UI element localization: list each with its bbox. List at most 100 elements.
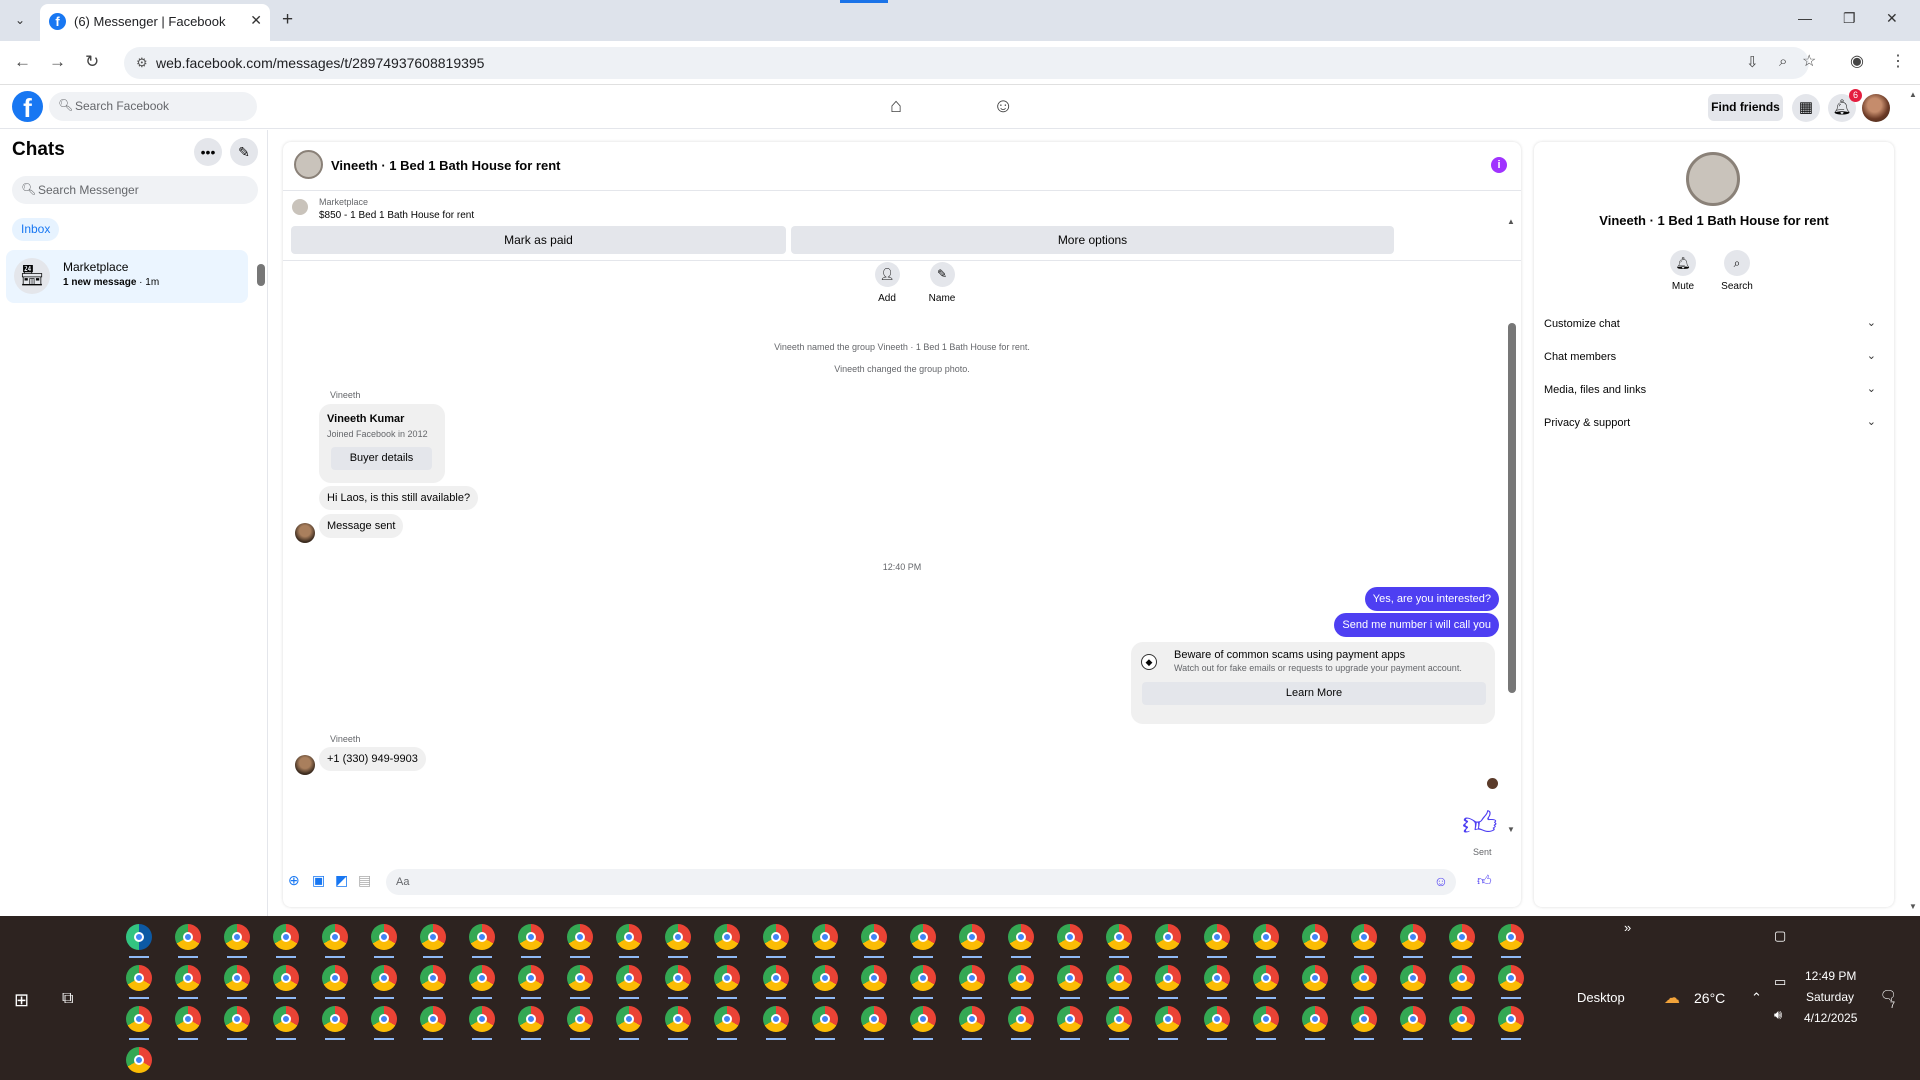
group-photo[interactable]	[1686, 152, 1740, 206]
mute-action[interactable]: 🔔︎ Mute	[1661, 250, 1705, 292]
chrome-browser-icon[interactable]	[1057, 965, 1083, 999]
chrome-browser-icon[interactable]	[322, 1006, 348, 1040]
chrome-browser-icon[interactable]	[763, 965, 789, 999]
chrome-browser-icon[interactable]	[518, 1006, 544, 1040]
chrome-browser-icon[interactable]	[1204, 924, 1230, 958]
outgoing-message[interactable]: Yes, are you interested?	[1364, 587, 1499, 611]
mark-as-paid-button[interactable]: Mark as paid	[291, 226, 786, 254]
tab-search-icon[interactable]: ⌄	[10, 10, 30, 30]
groups-icon[interactable]: ☺	[993, 95, 1013, 118]
chrome-browser-icon[interactable]	[322, 924, 348, 958]
install-icon[interactable]: ⇩	[1746, 53, 1759, 71]
chat-members-row[interactable]: Chat members ⌄	[1544, 343, 1876, 371]
restore-icon[interactable]: ❐	[1843, 10, 1856, 27]
edge-browser-icon[interactable]	[126, 924, 152, 958]
forward-icon[interactable]: →	[49, 52, 66, 72]
chrome-browser-icon[interactable]	[1057, 1006, 1083, 1040]
sidebar-scrollbar[interactable]	[257, 250, 265, 302]
conversation-title[interactable]: Vineeth · 1 Bed 1 Bath House for rent	[331, 158, 560, 173]
chrome-browser-icon[interactable]	[1449, 924, 1475, 958]
incoming-message[interactable]: Hi Laos, is this still available?	[319, 486, 479, 510]
chrome-browser-icon[interactable]	[861, 924, 887, 958]
chrome-browser-icon[interactable]	[616, 924, 642, 958]
sender-avatar[interactable]	[295, 523, 315, 543]
chrome-browser-icon[interactable]	[273, 1006, 299, 1040]
add-member-action[interactable]: 👤︎ Add	[867, 262, 907, 304]
chrome-browser-icon[interactable]	[1302, 965, 1328, 999]
chrome-browser-icon[interactable]	[518, 924, 544, 958]
chrome-browser-icon[interactable]	[665, 1006, 691, 1040]
chrome-browser-icon[interactable]	[224, 924, 250, 958]
search-messenger-input[interactable]: 🔍︎ Search Messenger	[12, 176, 258, 204]
chrome-browser-icon[interactable]	[1302, 924, 1328, 958]
chrome-browser-icon[interactable]	[469, 965, 495, 999]
chrome-browser-icon[interactable]	[224, 1006, 250, 1040]
chrome-browser-icon[interactable]	[763, 1006, 789, 1040]
more-options-button[interactable]: More options	[791, 226, 1394, 254]
listing-title[interactable]: $850 - 1 Bed 1 Bath House for rent	[319, 210, 474, 221]
chrome-browser-icon[interactable]	[763, 924, 789, 958]
chrome-browser-icon[interactable]	[959, 1006, 985, 1040]
chrome-browser-icon[interactable]	[714, 924, 740, 958]
bookmark-star-icon[interactable]: ☆	[1802, 51, 1816, 71]
plus-circle-icon[interactable]: ⊕	[288, 872, 300, 889]
chrome-browser-icon[interactable]	[126, 1047, 152, 1073]
chrome-browser-icon[interactable]	[910, 1006, 936, 1040]
new-tab-icon[interactable]: +	[282, 9, 293, 31]
learn-more-button[interactable]: Learn More	[1142, 682, 1486, 705]
facebook-logo[interactable]: f	[12, 91, 43, 123]
privacy-support-row[interactable]: Privacy & support ⌄	[1544, 409, 1876, 437]
name-group-action[interactable]: ✎ Name	[922, 262, 962, 304]
chrome-browser-icon[interactable]	[714, 1006, 740, 1040]
sticker-icon[interactable]: ◩	[335, 872, 348, 889]
like-send-icon[interactable]: 👍︎	[1477, 872, 1492, 889]
chrome-browser-icon[interactable]	[1204, 1006, 1230, 1040]
chrome-browser-icon[interactable]	[273, 965, 299, 999]
chrome-browser-icon[interactable]	[1204, 965, 1230, 999]
back-icon[interactable]: ←	[14, 52, 31, 72]
chrome-browser-icon[interactable]	[665, 965, 691, 999]
chrome-browser-icon[interactable]	[1057, 924, 1083, 958]
chrome-browser-icon[interactable]	[910, 965, 936, 999]
volume-icon[interactable]: 🔊︎	[1774, 1007, 1782, 1023]
search-in-chat-action[interactable]: ⌕ Search	[1715, 250, 1759, 292]
customize-chat-row[interactable]: Customize chat ⌄	[1544, 310, 1876, 338]
chrome-browser-icon[interactable]	[175, 1006, 201, 1040]
chrome-browser-icon[interactable]	[1253, 1006, 1279, 1040]
chevron-up-icon[interactable]: ⌃	[1751, 990, 1762, 1006]
chrome-browser-icon[interactable]	[812, 1006, 838, 1040]
sidebar-scroll-thumb[interactable]	[257, 264, 265, 286]
chrome-browser-icon[interactable]	[567, 1006, 593, 1040]
chrome-browser-icon[interactable]	[175, 965, 201, 999]
chrome-browser-icon[interactable]	[812, 965, 838, 999]
incoming-message[interactable]: +1 (330) 949-9903	[319, 747, 426, 771]
chrome-browser-icon[interactable]	[1106, 965, 1132, 999]
chrome-browser-icon[interactable]	[812, 924, 838, 958]
chrome-browser-icon[interactable]	[1008, 965, 1034, 999]
reload-icon[interactable]: ↻	[85, 52, 99, 72]
chrome-browser-icon[interactable]	[567, 924, 593, 958]
chrome-browser-icon[interactable]	[1449, 1006, 1475, 1040]
chrome-browser-icon[interactable]	[420, 1006, 446, 1040]
chrome-browser-icon[interactable]	[1498, 965, 1524, 999]
chrome-browser-icon[interactable]	[1008, 1006, 1034, 1040]
chrome-browser-icon[interactable]	[1351, 965, 1377, 999]
chrome-browser-icon[interactable]	[322, 965, 348, 999]
chrome-browser-icon[interactable]	[616, 1006, 642, 1040]
chrome-browser-icon[interactable]	[175, 924, 201, 958]
chrome-browser-icon[interactable]	[616, 965, 642, 999]
chrome-browser-icon[interactable]	[959, 965, 985, 999]
page-scrollbar[interactable]: ▲ ▼	[1906, 86, 1920, 916]
media-files-links-row[interactable]: Media, files and links ⌄	[1544, 376, 1876, 404]
chrome-browser-icon[interactable]	[469, 1006, 495, 1040]
chrome-browser-icon[interactable]	[420, 924, 446, 958]
chrome-browser-icon[interactable]	[1351, 924, 1377, 958]
home-icon[interactable]: ⌂	[890, 95, 902, 118]
chrome-browser-icon[interactable]	[1253, 924, 1279, 958]
minimize-icon[interactable]: —	[1798, 10, 1812, 26]
conversation-scrollbar[interactable]: ▲ ▼	[1507, 217, 1517, 835]
chrome-browser-icon[interactable]	[224, 965, 250, 999]
chrome-browser-icon[interactable]	[273, 924, 299, 958]
scroll-up-icon[interactable]: ▲	[1507, 217, 1515, 226]
chrome-browser-icon[interactable]	[1106, 1006, 1132, 1040]
